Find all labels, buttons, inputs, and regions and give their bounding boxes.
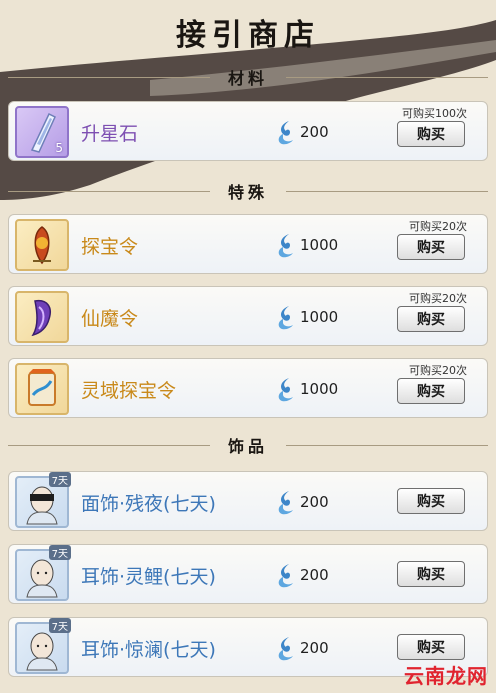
watermark: 云南龙网: [404, 664, 488, 688]
divider: [8, 444, 210, 446]
treasure-token-icon: [15, 219, 69, 271]
buy-button[interactable]: 购买: [397, 634, 465, 660]
purchase-limit: 可购买20次: [409, 220, 467, 233]
item-name: 灵域探宝令: [81, 380, 177, 402]
price-value: 200: [300, 566, 329, 584]
purchase-limit: 可购买20次: [409, 292, 467, 305]
shop-item: 灵域探宝令 1000 可购买20次 购买: [8, 358, 488, 418]
item-price: 200: [271, 634, 329, 662]
bald-face-avatar-icon: 7天: [15, 545, 71, 601]
price-value: 1000: [300, 236, 339, 254]
item-price: 1000: [271, 303, 338, 331]
section-header-materials: 材料: [8, 66, 489, 88]
item-price: 200: [271, 488, 329, 516]
shop-item: 5 升星石 200 可购买100次 购买: [8, 101, 488, 161]
purchase-limit: 可购买20次: [409, 364, 467, 377]
purchase-limit: 可购买100次: [402, 107, 467, 120]
duration-tag: 7天: [48, 545, 71, 560]
section-label: 饰品: [228, 437, 269, 456]
shop-item: 仙魔令 1000 可购买20次 购买: [8, 286, 488, 346]
item-price: 1000: [271, 231, 338, 259]
spirit-flame-icon: [278, 637, 293, 661]
item-count: 5: [55, 141, 63, 155]
masked-face-avatar-icon: 7天: [15, 472, 71, 528]
item-name: 面饰·残夜(七天): [81, 493, 216, 515]
price-value: 200: [300, 123, 329, 141]
section-header-accessories: 饰品: [8, 434, 489, 456]
divider: [8, 76, 210, 78]
buy-button[interactable]: 购买: [397, 306, 465, 332]
item-price: 200: [271, 118, 329, 146]
shop-item: 探宝令 1000 可购买20次 购买: [8, 214, 488, 274]
item-name: 耳饰·灵鲤(七天): [81, 566, 216, 588]
buy-button[interactable]: 购买: [397, 561, 465, 587]
divider: [8, 190, 210, 192]
spirit-flame-icon: [278, 306, 293, 330]
shop-title: 接引商店: [176, 18, 320, 53]
price-value: 200: [300, 639, 329, 657]
price-value: 1000: [300, 380, 339, 398]
price-value: 200: [300, 493, 329, 511]
duration-tag: 7天: [48, 618, 71, 633]
item-name: 升星石: [81, 123, 139, 145]
item-price: 200: [271, 561, 329, 589]
buy-button[interactable]: 购买: [397, 234, 465, 260]
spirit-flame-icon: [278, 121, 293, 145]
price-value: 1000: [300, 308, 339, 326]
item-name: 仙魔令: [81, 308, 139, 330]
divider: [286, 76, 489, 78]
item-price: 1000: [271, 375, 338, 403]
item-name: 耳饰·惊澜(七天): [81, 639, 216, 661]
bald-face-avatar-icon: 7天: [15, 618, 71, 674]
section-label: 材料: [228, 69, 269, 88]
buy-button[interactable]: 购买: [397, 121, 465, 147]
buy-button[interactable]: 购买: [397, 488, 465, 514]
section-label: 特殊: [228, 183, 269, 202]
shop-item: 7天 面饰·残夜(七天) 200 购买: [8, 471, 488, 531]
item-name: 探宝令: [81, 236, 139, 258]
divider: [286, 444, 489, 446]
duration-tag: 7天: [48, 472, 71, 487]
spirit-flame-icon: [278, 378, 293, 402]
star-stone-icon: 5: [15, 106, 69, 158]
spirit-flame-icon: [278, 491, 293, 515]
spirit-realm-token-icon: [15, 363, 69, 415]
spirit-flame-icon: [278, 564, 293, 588]
section-header-special: 特殊: [8, 180, 489, 202]
spirit-flame-icon: [278, 234, 293, 258]
buy-button[interactable]: 购买: [397, 378, 465, 404]
immortal-demon-token-icon: [15, 291, 69, 343]
divider: [286, 190, 489, 192]
shop-item: 7天 耳饰·灵鲤(七天) 200 购买: [8, 544, 488, 604]
